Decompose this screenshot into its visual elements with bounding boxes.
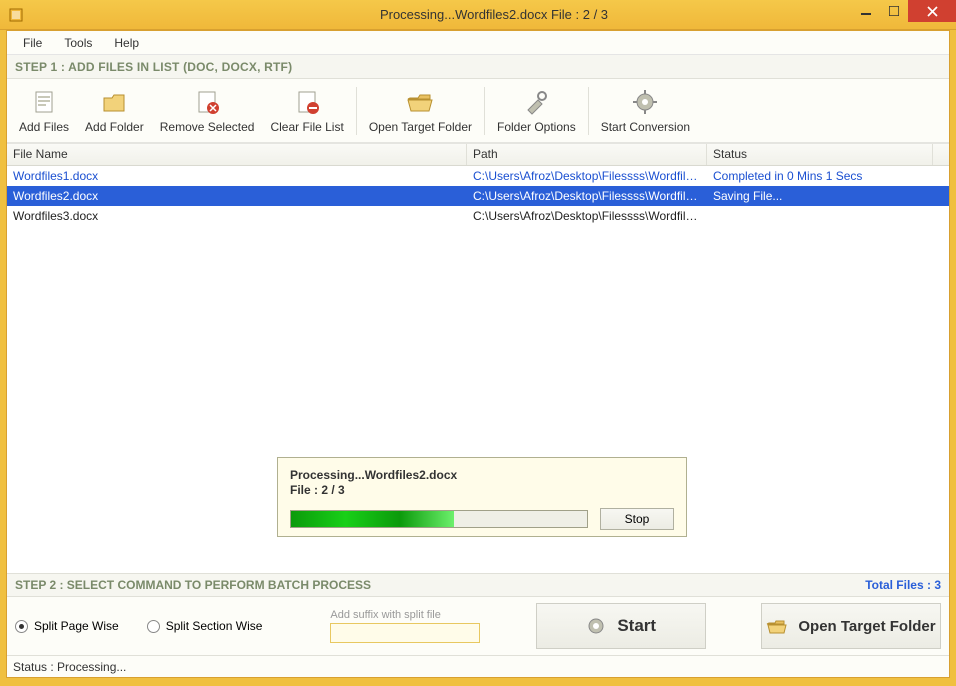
column-header-status[interactable]: Status [707, 144, 933, 165]
minimize-button[interactable] [852, 0, 880, 22]
clear-list-icon [293, 88, 321, 116]
menu-help[interactable]: Help [104, 33, 149, 53]
suffix-input[interactable] [330, 623, 480, 643]
toolbar-label: Add Files [19, 120, 69, 134]
start-conversion-button[interactable]: Start Conversion [593, 81, 698, 141]
title-bar: Processing...Wordfiles2.docx File : 2 / … [0, 0, 956, 30]
table-row[interactable]: Wordfiles2.docx C:\Users\Afroz\Desktop\F… [7, 186, 949, 206]
column-header-path[interactable]: Path [467, 144, 707, 165]
gear-icon [585, 615, 607, 637]
step2-label: STEP 2 : SELECT COMMAND TO PERFORM BATCH… [15, 578, 371, 592]
file-list: File Name Path Status Wordfiles1.docx C:… [7, 143, 949, 573]
suffix-label: Add suffix with split file [330, 609, 480, 621]
toolbar-label: Remove Selected [160, 120, 255, 134]
folder-open-icon [766, 615, 788, 637]
file-add-icon [30, 88, 58, 116]
cell-path: C:\Users\Afroz\Desktop\Filessss\Wordfile… [467, 207, 707, 225]
cell-status: Completed in 0 Mins 1 Secs [707, 167, 949, 185]
radio-dot-icon [147, 620, 160, 633]
cell-path: C:\Users\Afroz\Desktop\Filessss\Wordfile… [467, 187, 707, 205]
start-button[interactable]: Start [536, 603, 706, 649]
cell-status: Saving File... [707, 187, 949, 205]
maximize-button[interactable] [880, 0, 908, 22]
menu-tools[interactable]: Tools [54, 33, 102, 53]
cell-status [707, 214, 949, 218]
toolbar-label: Add Folder [85, 120, 144, 134]
open-target-folder-button-big[interactable]: Open Target Folder [761, 603, 941, 649]
folder-options-button[interactable]: Folder Options [489, 81, 584, 141]
toolbar-separator [588, 87, 589, 135]
add-folder-button[interactable]: Add Folder [77, 81, 152, 141]
radio-label: Split Page Wise [34, 619, 119, 633]
tools-icon [522, 88, 550, 116]
toolbar-label: Open Target Folder [369, 120, 472, 134]
button-label: Start [617, 616, 656, 636]
step1-header: STEP 1 : ADD FILES IN LIST (DOC, DOCX, R… [7, 55, 949, 79]
dialog-line1: Processing...Wordfiles2.docx [290, 468, 457, 482]
clear-file-list-button[interactable]: Clear File List [262, 81, 351, 141]
remove-selected-button[interactable]: Remove Selected [152, 81, 263, 141]
status-bar: Status : Processing... [7, 655, 949, 677]
menu-file[interactable]: File [13, 33, 52, 53]
cell-file: Wordfiles1.docx [7, 167, 467, 185]
progress-dialog: Processing...Wordfiles2.docx File : 2 / … [277, 457, 687, 537]
toolbar-label: Folder Options [497, 120, 576, 134]
split-section-wise-radio[interactable]: Split Section Wise [147, 619, 263, 633]
cell-file: Wordfiles3.docx [7, 207, 467, 225]
window-title: Processing...Wordfiles2.docx File : 2 / … [32, 7, 956, 22]
stop-button[interactable]: Stop [600, 508, 674, 530]
toolbar-separator [356, 87, 357, 135]
table-row[interactable]: Wordfiles1.docx C:\Users\Afroz\Desktop\F… [7, 166, 949, 186]
radio-label: Split Section Wise [166, 619, 263, 633]
gear-icon [631, 88, 659, 116]
table-row[interactable]: Wordfiles3.docx C:\Users\Afroz\Desktop\F… [7, 206, 949, 226]
dialog-line2: File : 2 / 3 [290, 483, 345, 497]
open-target-folder-button[interactable]: Open Target Folder [361, 81, 480, 141]
status-text: Status : Processing... [13, 660, 126, 674]
file-remove-icon [193, 88, 221, 116]
radio-dot-icon [15, 620, 28, 633]
button-label: Open Target Folder [798, 618, 935, 635]
menu-bar: File Tools Help [7, 31, 949, 55]
cell-file: Wordfiles2.docx [7, 187, 467, 205]
controls-panel: Split Page Wise Split Section Wise Add s… [7, 597, 949, 655]
cell-path: C:\Users\Afroz\Desktop\Filessss\Wordfile… [467, 167, 707, 185]
split-page-wise-radio[interactable]: Split Page Wise [15, 619, 119, 633]
progress-bar [290, 510, 588, 528]
total-files: Total Files : 3 [865, 578, 941, 592]
add-files-button[interactable]: Add Files [11, 81, 77, 141]
folder-add-icon [100, 88, 128, 116]
toolbar-label: Start Conversion [601, 120, 690, 134]
step2-header: STEP 2 : SELECT COMMAND TO PERFORM BATCH… [7, 573, 949, 597]
column-header-filename[interactable]: File Name [7, 144, 467, 165]
folder-open-icon [406, 88, 434, 116]
toolbar: Add Files Add Folder Remove Selected Cle… [7, 79, 949, 143]
app-icon [8, 7, 24, 23]
column-spacer [933, 144, 949, 165]
toolbar-label: Clear File List [270, 120, 343, 134]
close-button[interactable] [908, 0, 956, 22]
toolbar-separator [484, 87, 485, 135]
progress-fill [291, 511, 454, 527]
